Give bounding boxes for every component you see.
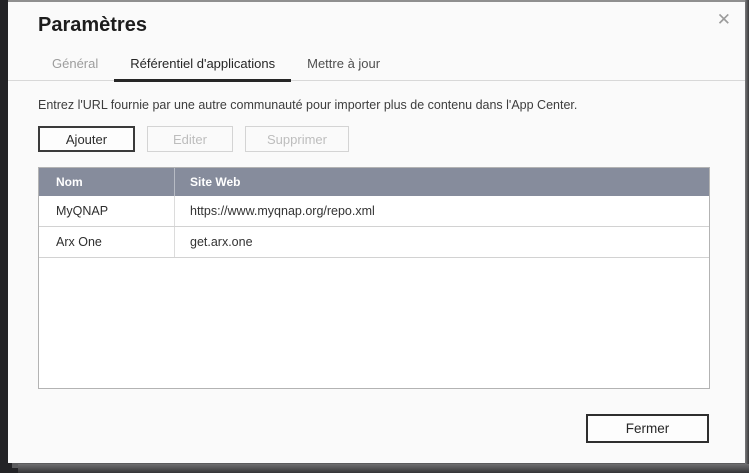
table-row[interactable]: MyQNAP https://www.myqnap.org/repo.xml <box>39 196 709 227</box>
dialog-footer: Fermer <box>586 414 709 443</box>
table-header: Nom Site Web <box>39 168 709 196</box>
tab-app-repository[interactable]: Référentiel d'applications <box>114 51 292 82</box>
close-icon[interactable]: ✕ <box>717 11 731 28</box>
column-header-name: Nom <box>56 175 83 189</box>
column-header-siteweb: Site Web <box>174 168 709 196</box>
add-button[interactable]: Ajouter <box>38 126 135 152</box>
delete-button[interactable]: Supprimer <box>245 126 349 152</box>
cell-repo-name: MyQNAP <box>56 204 109 218</box>
edit-button[interactable]: Editer <box>147 126 233 152</box>
window-bottom-edge <box>18 464 749 473</box>
cell-repo-url: https://www.myqnap.org/repo.xml <box>174 196 709 226</box>
page-title: Paramètres <box>38 14 147 36</box>
tab-bar: Général Référentiel d'applications Mettr… <box>8 51 745 82</box>
close-dialog-button[interactable]: Fermer <box>586 414 709 443</box>
settings-dialog: ✕ Paramètres Général Référentiel d'appli… <box>8 0 745 463</box>
repo-table: Nom Site Web MyQNAP https://www.myqnap.o… <box>38 167 710 389</box>
tab-general[interactable]: Général <box>36 51 114 82</box>
tab-update[interactable]: Mettre à jour <box>291 51 396 82</box>
empty-table-area <box>39 258 709 388</box>
toolbar: Ajouter Editer Supprimer <box>38 126 710 152</box>
description-text: Entrez l'URL fournie par une autre commu… <box>38 98 578 112</box>
cell-repo-name: Arx One <box>56 235 102 249</box>
table-row[interactable]: Arx One get.arx.one <box>39 227 709 258</box>
window-right-edge <box>745 0 749 473</box>
cell-repo-url: get.arx.one <box>174 227 709 257</box>
